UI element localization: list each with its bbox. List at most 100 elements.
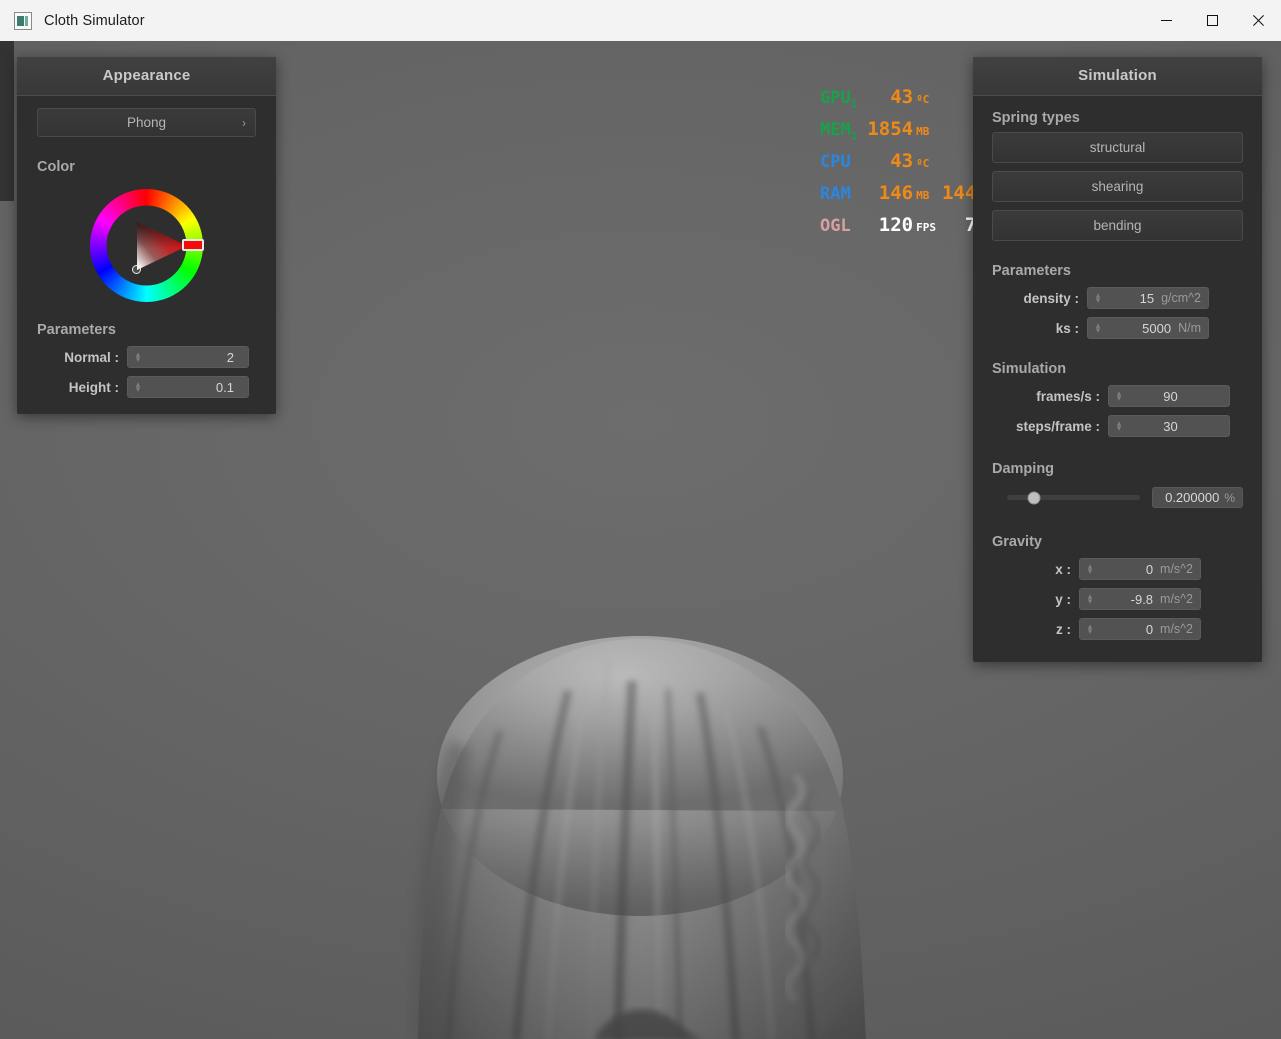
color-wheel[interactable] <box>89 188 204 303</box>
stat-key: OGL <box>820 216 851 237</box>
gravity-z-unit: m/s^2 <box>1160 622 1193 636</box>
stat-unit: ºC <box>916 93 930 107</box>
spring-type-structural-button[interactable]: structural <box>992 132 1243 163</box>
height-parameter-row: Height : ▴ ▾ 0.1 <box>37 376 256 398</box>
simulation-parameters-label: Parameters <box>992 263 1071 279</box>
normal-parameter-row: Normal : ▴ ▾ 2 <box>37 346 256 368</box>
stepper-icon[interactable]: ▴ ▾ <box>1083 559 1097 579</box>
damping-unit: % <box>1224 490 1235 505</box>
chevron-right-icon: › <box>242 115 246 130</box>
gravity-x-unit: m/s^2 <box>1160 562 1193 576</box>
density-value: 15 <box>1139 290 1155 306</box>
stat-unit: MB <box>916 125 930 139</box>
normal-value: 2 <box>226 349 234 365</box>
window-controls <box>1143 0 1281 41</box>
stat-value: 120 <box>878 214 914 237</box>
density-row: density : ▴ ▾ 15 g/cm^2 <box>992 287 1243 309</box>
height-label: Height : <box>68 379 119 395</box>
simulation-panel-header[interactable]: Simulation <box>973 57 1262 96</box>
maximize-button[interactable] <box>1189 0 1235 41</box>
close-button[interactable] <box>1235 0 1281 41</box>
gravity-z-value: 0 <box>1145 621 1154 637</box>
stat-key: CPU <box>820 152 851 173</box>
app-icon <box>14 11 32 30</box>
steps-per-frame-row: steps/frame : ▴ ▾ 30 <box>992 415 1243 437</box>
gravity-y-input[interactable]: ▴ ▾ -9.8 m/s^2 <box>1079 588 1201 610</box>
stat-value: 146 <box>878 182 914 205</box>
gravity-z-label: z : <box>1056 621 1071 637</box>
stat-value: 1854 <box>867 118 914 141</box>
damping-slider-handle[interactable] <box>1027 491 1041 504</box>
stat-unit: ºC <box>916 157 930 171</box>
stepper-icon[interactable]: ▴ ▾ <box>1091 288 1105 308</box>
shader-model-dropdown[interactable]: Phong › <box>37 108 256 137</box>
steps-per-frame-label: steps/frame : <box>1015 418 1100 434</box>
appearance-panel-body: Phong › Color Parameters Normal: ▴ ▾ 2 … <box>17 96 276 414</box>
steps-per-frame-input[interactable]: ▴ ▾ 30 <box>1108 415 1230 437</box>
simulation-panel: Simulation Spring types structural shear… <box>973 57 1262 662</box>
damping-slider[interactable] <box>1007 491 1140 504</box>
stat-unit: FPS <box>916 221 936 235</box>
density-label: density : <box>1023 290 1079 306</box>
damping-value-field[interactable]: 0.200000 % <box>1152 487 1243 508</box>
stat-key: MEM1 <box>820 120 858 143</box>
stat-value: 43 <box>890 150 914 173</box>
frames-per-second-value: 90 <box>1163 388 1178 404</box>
minimize-button[interactable] <box>1143 0 1189 41</box>
simulation-panel-body: Spring types structural shearing bending… <box>973 96 1262 662</box>
stat-key: GPU1 <box>820 88 858 111</box>
stepper-icon[interactable]: ▴ ▾ <box>131 377 145 397</box>
stepper-icon[interactable]: ▴ ▾ <box>1112 386 1126 406</box>
stepper-icon[interactable]: ▴ ▾ <box>1083 589 1097 609</box>
ks-row: ks : ▴ ▾ 5000 N/m <box>992 317 1243 339</box>
density-input[interactable]: ▴ ▾ 15 g/cm^2 <box>1087 287 1209 309</box>
sv-marker[interactable] <box>132 265 141 274</box>
appearance-parameters-label: Parameters <box>37 322 116 338</box>
height-value: 0.1 <box>215 379 234 395</box>
normal-input[interactable]: ▴ ▾ 2 <box>127 346 249 368</box>
hidden-left-panel-edge <box>0 41 14 201</box>
gravity-x-row: x : ▴ ▾ 0 m/s^2 <box>992 558 1243 580</box>
gravity-x-label: x : <box>1055 561 1071 577</box>
spring-type-bending-button[interactable]: bending <box>992 210 1243 241</box>
spring-types-label: Spring types <box>992 110 1080 126</box>
gravity-y-unit: m/s^2 <box>1160 592 1193 606</box>
damping-value: 0.200000 <box>1165 490 1220 505</box>
stat-key: RAM <box>820 184 851 205</box>
stepper-icon[interactable]: ▴ ▾ <box>1112 416 1126 436</box>
app-window: Cloth Simulator GPU1 43 ºC MEM1 1854 MB … <box>0 0 1281 1039</box>
stat-value: 43 <box>890 86 914 109</box>
stat-unit: MB <box>916 189 930 203</box>
gravity-z-input[interactable]: ▴ ▾ 0 m/s^2 <box>1079 618 1201 640</box>
shader-model-label: Phong <box>126 115 167 130</box>
frames-per-second-row: frames/s : ▴ ▾ 90 <box>992 385 1243 407</box>
appearance-panel-header[interactable]: Appearance <box>17 57 276 96</box>
density-unit: g/cm^2 <box>1161 291 1201 305</box>
gravity-y-row: y : ▴ ▾ -9.8 m/s^2 <box>992 588 1243 610</box>
simulation-section-label: Simulation <box>992 361 1067 377</box>
spring-type-shearing-button[interactable]: shearing <box>992 171 1243 202</box>
steps-per-frame-value: 30 <box>1163 418 1178 434</box>
ks-label: ks : <box>1055 320 1079 336</box>
gravity-y-value: -9.8 <box>1130 591 1154 607</box>
hue-marker[interactable] <box>182 239 204 251</box>
color-section-label: Color <box>37 159 75 175</box>
gravity-x-value: 0 <box>1145 561 1154 577</box>
height-input[interactable]: ▴ ▾ 0.1 <box>127 376 249 398</box>
gravity-y-label: y : <box>1055 591 1071 607</box>
stepper-icon[interactable]: ▴ ▾ <box>1083 619 1097 639</box>
frames-per-second-input[interactable]: ▴ ▾ 90 <box>1108 385 1230 407</box>
ks-unit: N/m <box>1178 321 1201 335</box>
window-title: Cloth Simulator <box>44 12 145 29</box>
stepper-icon[interactable]: ▴ ▾ <box>1091 318 1105 338</box>
ks-value: 5000 <box>1142 320 1172 336</box>
gravity-x-input[interactable]: ▴ ▾ 0 m/s^2 <box>1079 558 1201 580</box>
damping-label: Damping <box>992 461 1055 477</box>
gravity-label: Gravity <box>992 534 1042 550</box>
frames-per-second-label: frames/s : <box>1036 388 1100 404</box>
ks-input[interactable]: ▴ ▾ 5000 N/m <box>1087 317 1209 339</box>
damping-row: 0.200000 % <box>992 487 1243 508</box>
stepper-icon[interactable]: ▴ ▾ <box>131 347 145 367</box>
normal-label: Normal : <box>64 349 119 365</box>
gravity-z-row: z : ▴ ▾ 0 m/s^2 <box>992 618 1243 640</box>
